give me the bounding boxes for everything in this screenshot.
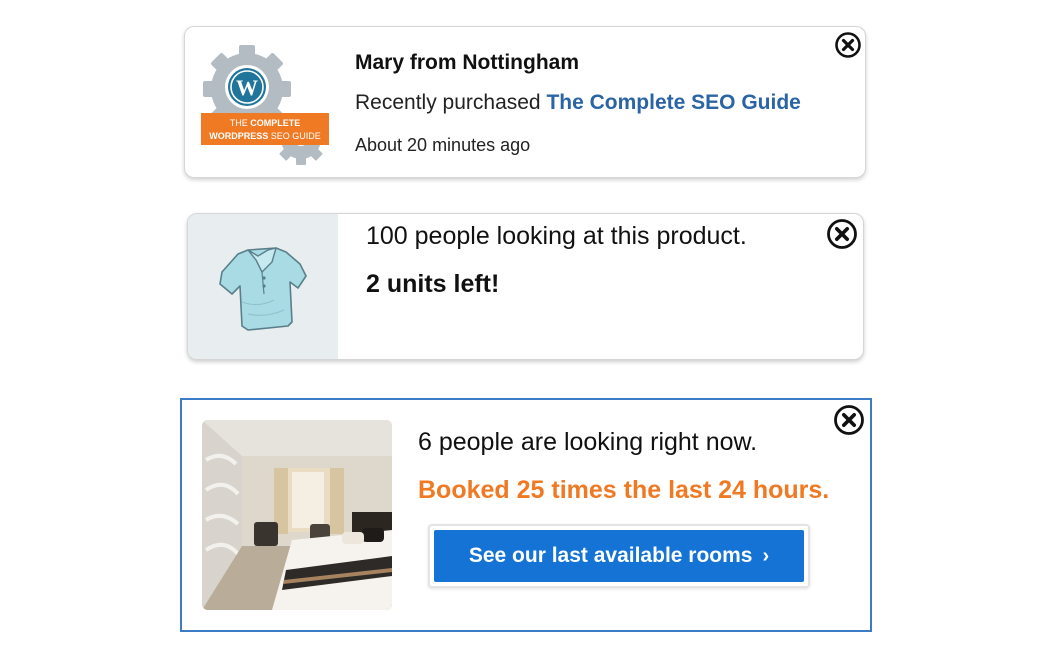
- booking-stats-text: Booked 25 times the last 24 hours.: [418, 476, 830, 504]
- see-rooms-button[interactable]: See our last available rooms ›: [434, 530, 804, 582]
- product-thumbnail: [188, 214, 338, 359]
- polo-shirt-icon: [219, 247, 307, 331]
- product-link[interactable]: The Complete SEO Guide: [546, 91, 800, 114]
- recent-purchase-card: W THE COMPLETE WORDPRESS SEO GUIDE Mary …: [184, 26, 866, 178]
- purchase-time: About 20 minutes ago: [355, 135, 531, 155]
- product-interest-card: 100 people looking at this product. 2 un…: [187, 213, 864, 360]
- svg-text:WORDPRESS SEO GUIDE: WORDPRESS SEO GUIDE: [209, 131, 321, 141]
- cta-button-frame: See our last available rooms ›: [428, 524, 810, 588]
- svg-text:THE COMPLETE: THE COMPLETE: [230, 118, 301, 128]
- chevron-right-icon: ›: [762, 544, 770, 567]
- close-icon[interactable]: [826, 218, 858, 250]
- purchase-prefix: Recently purchased: [355, 91, 547, 114]
- viewers-count-text: 100 people looking at this product.: [366, 222, 747, 250]
- close-icon[interactable]: [833, 404, 865, 436]
- buyer-name: Mary from Nottingham: [355, 51, 580, 74]
- wordpress-logo-icon: W: [225, 65, 269, 109]
- hotel-booking-card: 6 people are looking right now. Booked 2…: [180, 398, 872, 632]
- svg-text:W: W: [236, 75, 258, 100]
- wordpress-seo-guide-thumbnail: W THE COMPLETE WORDPRESS SEO GUIDE: [201, 45, 329, 165]
- purchase-line: Recently purchased The Complete SEO Guid…: [355, 91, 801, 115]
- hotel-room-photo: [202, 420, 392, 610]
- see-rooms-label: See our last available rooms: [468, 544, 753, 567]
- viewers-count-text: 6 people are looking right now.: [418, 428, 758, 456]
- stock-left-text: 2 units left!: [366, 270, 500, 298]
- close-icon[interactable]: [834, 31, 862, 59]
